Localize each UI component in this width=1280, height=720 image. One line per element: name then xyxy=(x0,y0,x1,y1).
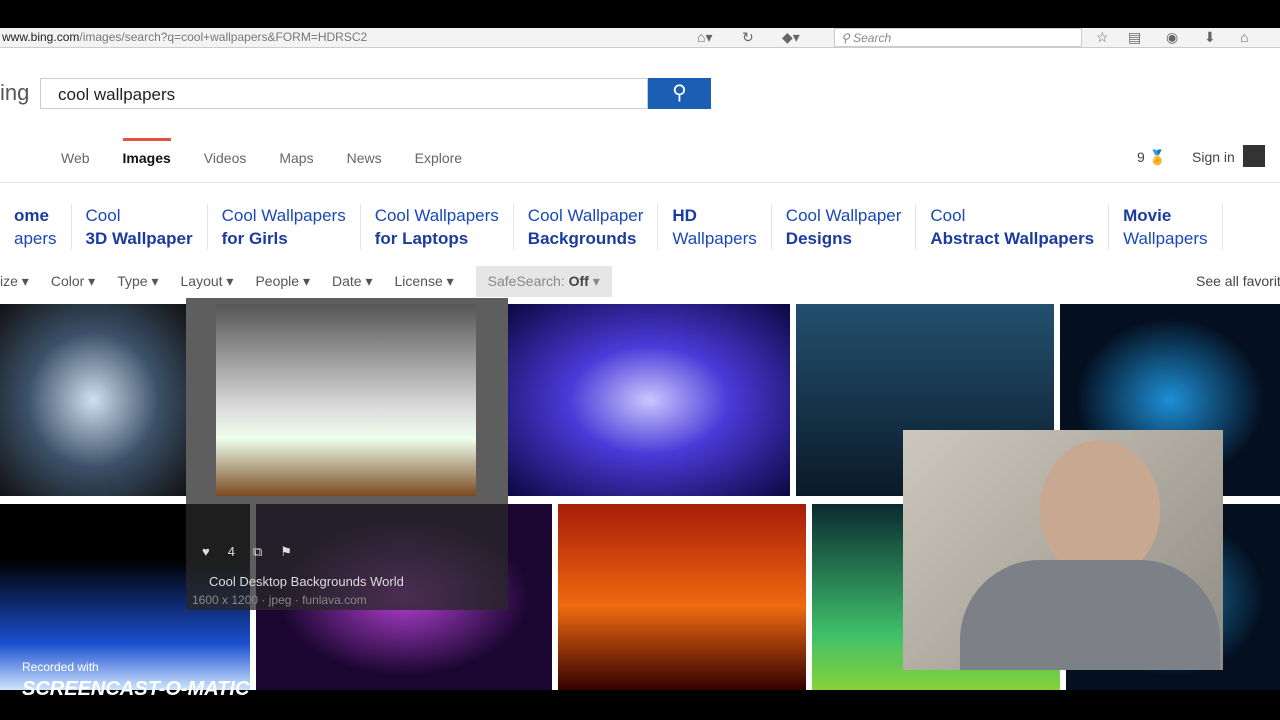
home-dropdown-icon[interactable]: ⌂▾ xyxy=(697,29,712,46)
screen-top-bar xyxy=(0,0,1280,28)
related-line1: HD xyxy=(672,206,697,225)
reload-icon[interactable]: ↻ xyxy=(742,29,754,46)
related-search-item[interactable]: Cool Wallpapers for Laptops xyxy=(361,204,514,250)
image-result[interactable] xyxy=(0,304,186,496)
flag-icon[interactable]: ⚑ xyxy=(280,544,292,560)
related-line2: Wallpapers xyxy=(1123,229,1208,248)
tab-news[interactable]: News xyxy=(347,150,382,166)
filter-ize[interactable]: ize ▾ xyxy=(0,273,29,290)
safesearch-filter[interactable]: SafeSearch: Off ▾ xyxy=(475,265,612,297)
filter-license[interactable]: License ▾ xyxy=(394,273,453,290)
related-line1: Cool xyxy=(930,206,966,225)
heart-icon[interactable]: ♥ xyxy=(202,544,210,560)
filter-label: Type xyxy=(117,272,148,289)
filter-type[interactable]: Type ▾ xyxy=(117,273,158,290)
user-avatar-icon[interactable] xyxy=(1243,145,1265,167)
bookmark-star-icon[interactable]: ☆ xyxy=(1096,29,1109,46)
tab-explore[interactable]: Explore xyxy=(415,150,462,166)
filter-label: People xyxy=(255,272,300,289)
divider xyxy=(0,182,1280,183)
image-result[interactable] xyxy=(558,504,806,690)
filter-layout[interactable]: Layout ▾ xyxy=(181,273,234,290)
url-path: /images/search?q=cool+wallpapers&FORM=HD… xyxy=(79,30,368,44)
related-line1: Cool xyxy=(85,206,121,225)
tab-web[interactable]: Web xyxy=(61,150,90,166)
filter-label: License xyxy=(394,272,443,289)
tab-videos[interactable]: Videos xyxy=(204,150,247,166)
webcam-shirt xyxy=(960,560,1220,670)
address-bar[interactable]: www.bing.com/images/search?q=cool+wallpa… xyxy=(0,30,770,46)
screencast-watermark: SCREENCAST-O-MATIC xyxy=(22,678,250,700)
related-searches: ome apers Cool 3D Wallpaper Cool Wallpapers f… xyxy=(0,204,1223,250)
hover-meta: 1600 x 1200 · jpeg · funlava.com xyxy=(192,593,367,607)
filter-color[interactable]: Color ▾ xyxy=(51,273,95,290)
magnifier-icon: ⚲ xyxy=(672,82,687,104)
bing-logo[interactable]: ing xyxy=(0,80,29,106)
filter-label: Date xyxy=(331,272,362,289)
filter-date[interactable]: Date ▾ xyxy=(332,273,373,290)
watermark-line1: Recorded with xyxy=(22,660,99,674)
query-input[interactable]: cool wallpapers xyxy=(40,78,648,109)
related-line2: apers xyxy=(14,229,57,248)
nav-tabs: Web Images Videos Maps News Explore xyxy=(61,138,495,166)
filter-label: Color xyxy=(50,272,85,289)
browser-toolbar: www.bing.com/images/search?q=cool+wallpa… xyxy=(0,28,1280,48)
sign-in-link[interactable]: Sign in xyxy=(1192,149,1235,165)
related-search-item[interactable]: Cool 3D Wallpaper xyxy=(72,204,208,250)
related-line2: Wallpapers xyxy=(672,229,757,248)
related-line1: Movie xyxy=(1123,206,1172,225)
download-icon[interactable]: ⬇ xyxy=(1204,29,1216,46)
pocket-icon[interactable]: ◉ xyxy=(1166,29,1178,46)
related-search-item[interactable]: Cool Wallpaper Backgrounds xyxy=(514,204,659,250)
related-search-item[interactable]: ome apers xyxy=(0,204,72,250)
related-line2: Abstract Wallpapers xyxy=(930,229,1095,248)
url-domain: www.bing.com xyxy=(2,30,80,44)
related-line2: Backgrounds xyxy=(527,229,637,248)
search-placeholder: Search xyxy=(853,31,892,45)
related-line2: Designs xyxy=(785,229,852,248)
hover-actions: ♥ 4 ⧉ ⚑ xyxy=(202,544,292,560)
related-search-item[interactable]: Movie Wallpapers xyxy=(1109,204,1223,250)
related-search-item[interactable]: HD Wallpapers xyxy=(658,204,772,250)
related-search-item[interactable]: Cool Abstract Wallpapers xyxy=(916,204,1110,250)
related-search-item[interactable]: Cool Wallpaper Designs xyxy=(772,204,917,250)
rewards-count[interactable]: 9 🏅 xyxy=(1137,149,1166,166)
safesearch-label: SafeSearch: xyxy=(487,272,565,289)
home-icon[interactable]: ⌂ xyxy=(1240,29,1248,45)
copy-icon[interactable]: ⧉ xyxy=(253,544,262,560)
rewards-number: 9 xyxy=(1137,149,1145,165)
tab-images[interactable]: Images xyxy=(122,138,171,166)
filter-label: ize xyxy=(0,272,18,289)
related-line2: for Laptops xyxy=(374,229,469,248)
reading-list-icon[interactable]: ▤ xyxy=(1128,29,1141,46)
hover-title[interactable]: Cool Desktop Backgrounds World xyxy=(209,574,404,589)
related-line1: ome xyxy=(14,206,49,225)
safesearch-value: Off xyxy=(568,272,589,289)
browser-search-input[interactable]: ⚲ Search xyxy=(834,28,1082,47)
search-button[interactable]: ⚲ xyxy=(648,78,711,109)
related-line1: Cool Wallpaper xyxy=(527,206,644,225)
related-line1: Cool Wallpaper xyxy=(785,206,902,225)
related-line1: Cool Wallpapers xyxy=(374,206,499,225)
filter-bar: ize ▾ Color ▾ Type ▾ Layout ▾ People ▾ Date ▾… xyxy=(0,265,634,297)
related-line2: 3D Wallpaper xyxy=(85,229,193,248)
filter-people[interactable]: People ▾ xyxy=(255,273,310,290)
medal-icon: 🏅 xyxy=(1148,149,1167,165)
hovered-image[interactable] xyxy=(216,304,476,496)
filter-label: Layout xyxy=(180,272,223,289)
tab-maps[interactable]: Maps xyxy=(279,150,313,166)
like-count: 4 xyxy=(227,544,235,559)
see-all-favorites-link[interactable]: See all favorite xyxy=(1196,273,1280,289)
related-search-item[interactable]: Cool Wallpapers for Girls xyxy=(208,204,361,250)
image-result[interactable] xyxy=(508,304,790,496)
related-line1: Cool Wallpapers xyxy=(221,206,346,225)
addon-icon[interactable]: ◆▾ xyxy=(782,29,800,46)
webcam-person xyxy=(1040,440,1160,580)
related-line2: for Girls xyxy=(221,229,288,248)
